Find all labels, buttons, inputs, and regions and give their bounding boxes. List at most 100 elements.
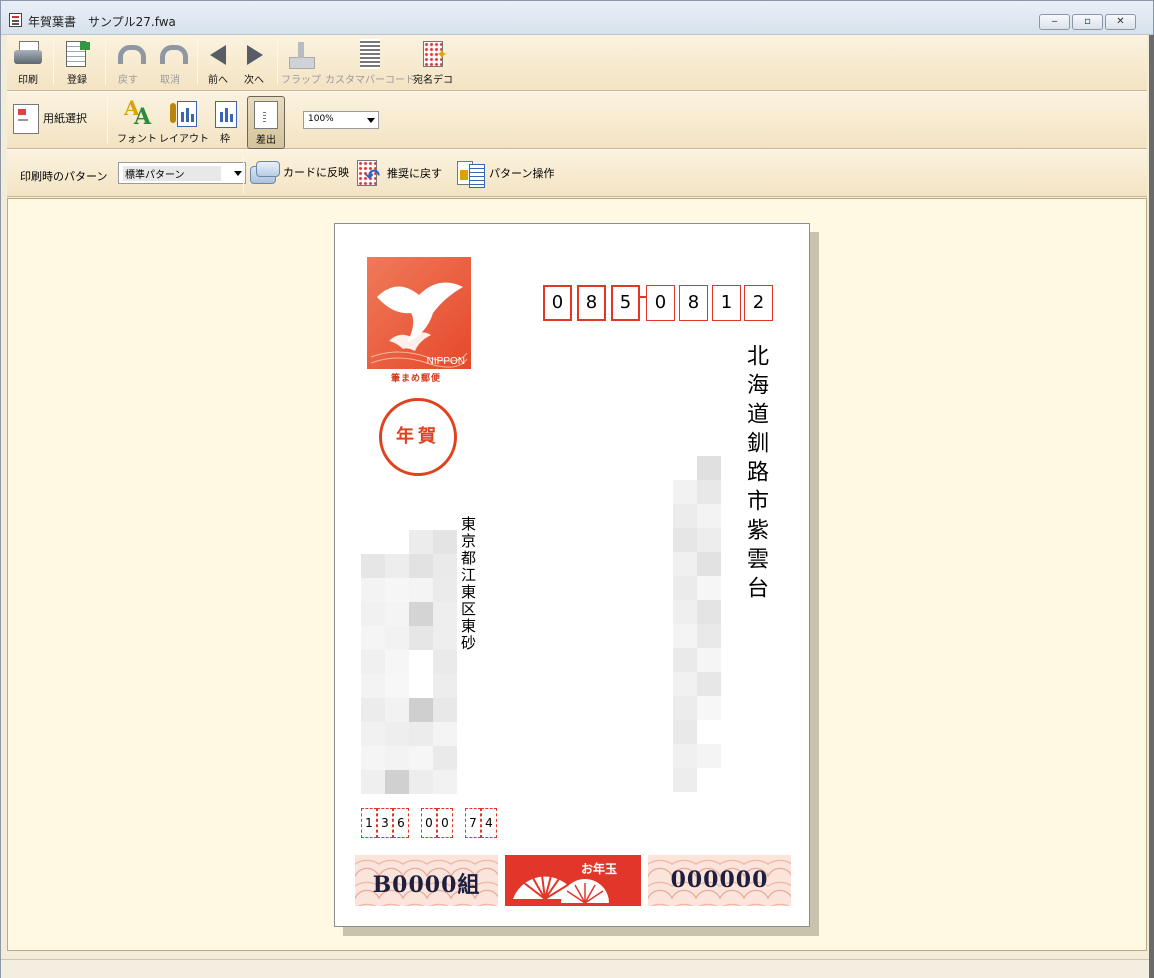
- frame-button[interactable]: 枠: [210, 98, 240, 145]
- pattern-ops-label: パターン操作: [489, 167, 555, 180]
- sender-zip-digit[interactable]: 0: [421, 808, 437, 838]
- fan-icon: [513, 866, 609, 904]
- sender-zip-digit[interactable]: 1: [361, 808, 377, 838]
- zip-digit[interactable]: 1: [712, 285, 741, 321]
- layout-icon: [169, 98, 199, 128]
- flap-label: フラップ: [281, 75, 321, 86]
- zip-digit[interactable]: 5: [611, 285, 640, 321]
- sender-button[interactable]: 差出: [247, 96, 285, 149]
- pattern-select[interactable]: 標準パターン: [118, 162, 246, 184]
- zip-digit[interactable]: 2: [744, 285, 773, 321]
- register-button[interactable]: 登録: [62, 39, 92, 86]
- redo-icon: [155, 39, 188, 69]
- layout-button[interactable]: レイアウト: [159, 98, 209, 145]
- sender-address[interactable]: 東京都江東区東砂: [459, 516, 477, 652]
- reset-recommended-button[interactable]: 推奨に戻す: [355, 158, 442, 188]
- barcode-icon: [360, 39, 380, 69]
- flap-button[interactable]: フラップ: [281, 39, 321, 86]
- prev-button[interactable]: 前へ: [203, 39, 233, 86]
- next-arrow-icon: [239, 39, 269, 69]
- toolbar-separator: [107, 96, 108, 144]
- redo-button[interactable]: 取消: [155, 39, 188, 86]
- sender-label: 差出: [256, 135, 276, 146]
- maximize-button[interactable]: ▫: [1072, 14, 1103, 30]
- reset-recommended-label: 推奨に戻す: [387, 167, 442, 180]
- undo-button[interactable]: 戻す: [113, 39, 146, 86]
- sender-zip-digit[interactable]: 0: [437, 808, 453, 838]
- lottery-number-box: 000000: [648, 855, 791, 906]
- layout-label: レイアウト: [159, 134, 209, 145]
- sender-zip-digit[interactable]: 4: [481, 808, 497, 838]
- frame-label: 枠: [220, 134, 230, 145]
- apply-card-label: カードに反映: [283, 166, 349, 179]
- chevron-down-icon: [234, 171, 242, 176]
- undo-icon: [113, 39, 146, 69]
- status-bar: [1, 959, 1153, 978]
- nenga-mark: 年賀: [379, 398, 457, 476]
- close-button[interactable]: ✕: [1105, 14, 1136, 30]
- toolbar-separator: [277, 39, 278, 85]
- sender-zip-digit[interactable]: 6: [393, 808, 409, 838]
- stamp: NIPPON: [367, 257, 471, 369]
- apply-card-button[interactable]: カードに反映: [249, 158, 349, 186]
- undo-label: 戻す: [118, 75, 138, 86]
- lottery-group-box: B0000組: [355, 855, 498, 906]
- printer-icon: [13, 39, 43, 69]
- zip-digit[interactable]: 8: [577, 285, 606, 321]
- zip-digit[interactable]: 8: [679, 285, 708, 321]
- pattern-label: 印刷時のパターン: [20, 170, 108, 183]
- sender-name-redacted: [361, 530, 457, 794]
- pattern-toolbar: 印刷時のパターン 標準パターン カードに反映 推奨に戻す パターン操作: [7, 149, 1147, 197]
- sender-card-icon: [254, 101, 278, 129]
- address-deco-icon: [418, 39, 448, 69]
- pattern-ops-icon: [455, 158, 485, 188]
- custom-barcode-button[interactable]: カスタマバーコード: [325, 39, 415, 86]
- main-toolbar: 印刷 登録 戻す 取消 前へ 次へ フラップ カスタマバーコード ✦ 宛名デコ: [7, 35, 1147, 91]
- pixelated-name: [673, 456, 721, 792]
- next-button[interactable]: 次へ: [239, 39, 269, 86]
- stamp-nippon: NIPPON: [426, 356, 465, 367]
- toolbar-separator: [53, 39, 54, 85]
- register-label: 登録: [67, 75, 87, 86]
- chevron-down-icon: [367, 118, 375, 123]
- flap-icon: [286, 39, 316, 69]
- custom-barcode-label: カスタマバーコード: [325, 75, 415, 86]
- postcard[interactable]: NIPPON 筆まめ郵便 年賀 0 8 5 0 8 1 2 北海道釧路市紫雲台: [334, 223, 810, 927]
- print-label: 印刷: [18, 75, 38, 86]
- font-button[interactable]: フォント: [117, 96, 157, 145]
- recipient-name-redacted: [673, 456, 721, 796]
- pixelated-sender-name: [361, 530, 457, 794]
- font-icon: [122, 96, 152, 130]
- lottery-number: 000000: [670, 867, 769, 893]
- stamp-caption: 筆まめ郵便: [391, 374, 442, 384]
- window-controls: ‒ ▫ ✕: [1039, 14, 1136, 30]
- print-button[interactable]: 印刷: [13, 39, 43, 86]
- minimize-button[interactable]: ‒: [1039, 14, 1070, 30]
- font-label: フォント: [117, 134, 157, 145]
- sender-zip-digit[interactable]: 7: [465, 808, 481, 838]
- app-icon: [9, 13, 22, 27]
- paper-select-button[interactable]: 用紙選択: [11, 102, 87, 134]
- register-icon: [62, 39, 92, 69]
- toolbar-separator: [197, 39, 198, 85]
- zip-digit[interactable]: 0: [646, 285, 675, 321]
- recipient-address[interactable]: 北海道釧路市紫雲台: [740, 344, 770, 605]
- cards-icon: [249, 158, 280, 186]
- lottery-label: お年玉: [581, 862, 618, 876]
- zoom-select[interactable]: 100%: [303, 111, 379, 129]
- sender-zip-digit[interactable]: 3: [377, 808, 393, 838]
- prev-arrow-icon: [203, 39, 233, 69]
- next-label: 次へ: [244, 75, 264, 86]
- frame-icon: [210, 98, 240, 128]
- crane-icon: [370, 282, 468, 368]
- address-deco-button[interactable]: 宛名デコ: [413, 39, 453, 86]
- zip-digit[interactable]: 0: [543, 285, 572, 321]
- toolbar-separator: [243, 154, 244, 194]
- reset-icon: [355, 158, 383, 188]
- toolbar-separator: [105, 39, 106, 85]
- lottery-group: B0000組: [372, 872, 481, 898]
- address-deco-label: 宛名デコ: [413, 75, 453, 86]
- layout-toolbar: 用紙選択 フォント レイアウト 枠 差出 100%: [7, 91, 1147, 149]
- app-window: 年賀葉書 サンプル27.fwa ‒ ▫ ✕ 印刷 登録 戻す 取消 前へ 次へ …: [0, 0, 1154, 978]
- pattern-ops-button[interactable]: パターン操作: [455, 158, 554, 188]
